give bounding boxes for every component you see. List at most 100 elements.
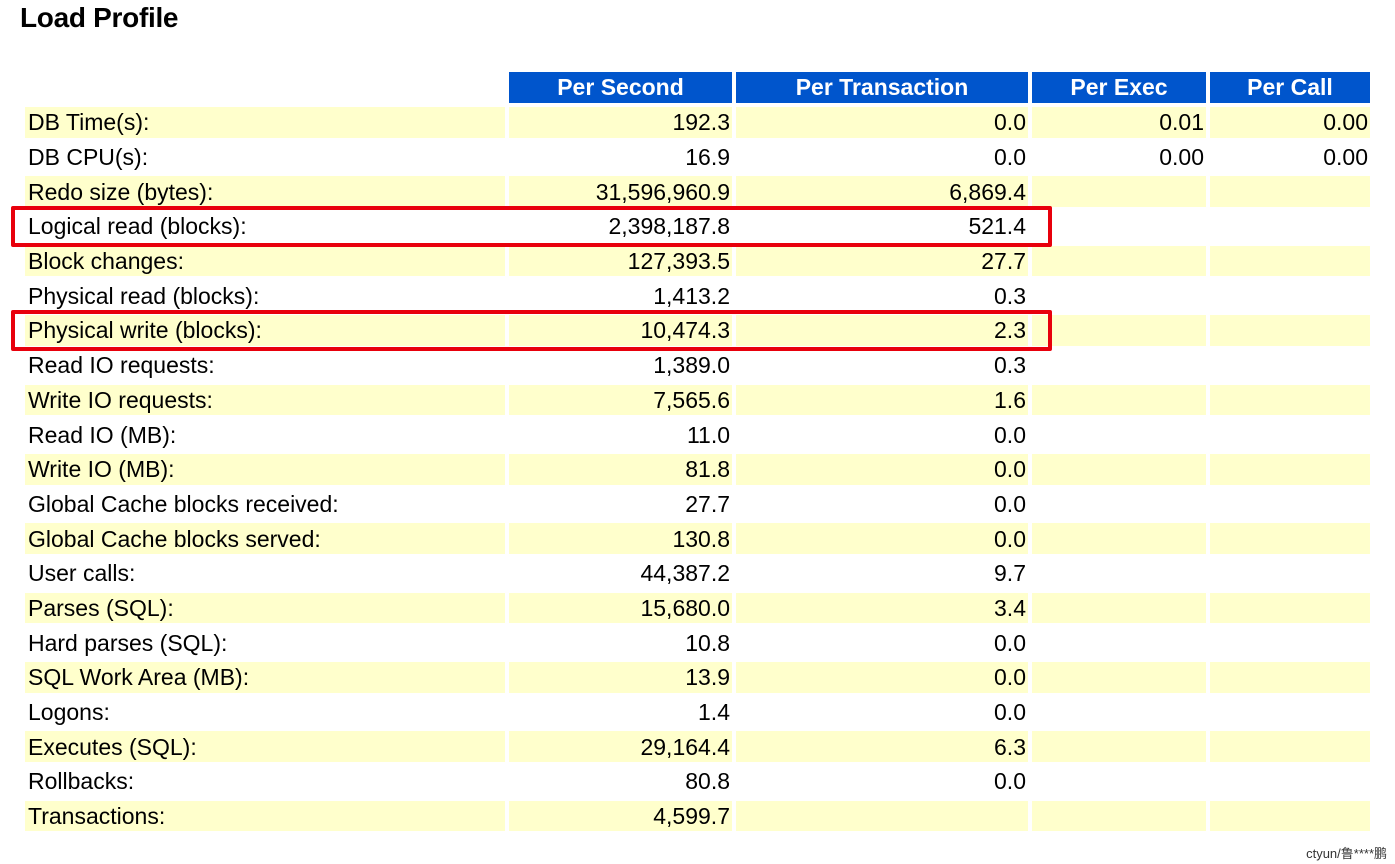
table-row: Executes (SQL): 29,164.4 6.3 — [25, 731, 1370, 763]
per-exec-value — [1032, 731, 1206, 763]
per-exec-value — [1032, 627, 1206, 658]
header-per-call: Per Call — [1210, 72, 1370, 103]
per-transaction-value: 6.3 — [736, 731, 1028, 763]
per-call-value — [1210, 453, 1370, 485]
per-transaction-value: 9.7 — [736, 557, 1028, 589]
table-row: Redo size (bytes): 31,596,960.9 6,869.4 — [25, 176, 1370, 208]
load-profile-table: Per Second Per Transaction Per Exec Per … — [21, 68, 1374, 835]
per-call-value — [1210, 662, 1370, 693]
per-exec-value — [1032, 800, 1206, 832]
per-call-value — [1210, 731, 1370, 763]
per-transaction-value: 0.0 — [736, 523, 1028, 554]
per-second-value: 13.9 — [509, 662, 732, 693]
highlight-box-logical-read — [11, 206, 1052, 247]
per-call-value — [1210, 488, 1370, 520]
header-per-transaction: Per Transaction — [736, 72, 1028, 103]
per-call-value — [1210, 557, 1370, 589]
per-call-value — [1210, 315, 1370, 346]
metric-name: DB Time(s): — [25, 107, 505, 138]
metric-name: Executes (SQL): — [25, 731, 505, 763]
table-row: Rollbacks: 80.8 0.0 — [25, 766, 1370, 797]
per-transaction-value: 0.0 — [736, 696, 1028, 728]
per-call-value — [1210, 419, 1370, 450]
per-transaction-value: 0.3 — [736, 349, 1028, 381]
table-row: Logons: 1.4 0.0 — [25, 696, 1370, 728]
per-exec-value — [1032, 766, 1206, 797]
per-second-value: 15,680.0 — [509, 592, 732, 624]
per-call-value — [1210, 211, 1370, 242]
per-call-value — [1210, 176, 1370, 208]
header-per-second: Per Second — [509, 72, 732, 103]
table-row: Global Cache blocks received: 27.7 0.0 — [25, 488, 1370, 520]
per-second-value: 1,413.2 — [509, 280, 732, 312]
table-header-row: Per Second Per Transaction Per Exec Per … — [25, 72, 1370, 103]
per-call-value: 0.00 — [1210, 141, 1370, 173]
per-call-value — [1210, 349, 1370, 381]
per-exec-value — [1032, 662, 1206, 693]
per-second-value: 11.0 — [509, 419, 732, 450]
per-exec-value — [1032, 488, 1206, 520]
header-blank — [25, 72, 505, 103]
per-exec-value — [1032, 349, 1206, 381]
per-second-value: 16.9 — [509, 141, 732, 173]
metric-name: Transactions: — [25, 800, 505, 832]
per-exec-value — [1032, 211, 1206, 242]
metric-name: Read IO requests: — [25, 349, 505, 381]
per-second-value: 1,389.0 — [509, 349, 732, 381]
table-row: Write IO requests: 7,565.6 1.6 — [25, 384, 1370, 416]
per-second-value: 127,393.5 — [509, 245, 732, 277]
per-exec-value — [1032, 280, 1206, 312]
metric-name: Global Cache blocks served: — [25, 523, 505, 554]
per-second-value: 80.8 — [509, 766, 732, 797]
table-row: Block changes: 127,393.5 27.7 — [25, 245, 1370, 277]
per-exec-value — [1032, 384, 1206, 416]
per-exec-value — [1032, 696, 1206, 728]
per-transaction-value: 1.6 — [736, 384, 1028, 416]
per-transaction-value: 3.4 — [736, 592, 1028, 624]
per-second-value: 31,596,960.9 — [509, 176, 732, 208]
per-second-value: 29,164.4 — [509, 731, 732, 763]
table-row: DB CPU(s): 16.9 0.0 0.00 0.00 — [25, 141, 1370, 173]
per-call-value — [1210, 280, 1370, 312]
per-second-value: 44,387.2 — [509, 557, 732, 589]
table-row: DB Time(s): 192.3 0.0 0.01 0.00 — [25, 107, 1370, 138]
metric-name: DB CPU(s): — [25, 141, 505, 173]
per-exec-value: 0.01 — [1032, 107, 1206, 138]
per-transaction-value: 0.0 — [736, 627, 1028, 658]
metric-name: Physical read (blocks): — [25, 280, 505, 312]
per-call-value — [1210, 592, 1370, 624]
table-row: User calls: 44,387.2 9.7 — [25, 557, 1370, 589]
metric-name: SQL Work Area (MB): — [25, 662, 505, 693]
per-call-value — [1210, 245, 1370, 277]
per-transaction-value: 6,869.4 — [736, 176, 1028, 208]
metric-name: Redo size (bytes): — [25, 176, 505, 208]
per-transaction-value: 0.0 — [736, 107, 1028, 138]
per-call-value — [1210, 696, 1370, 728]
per-transaction-value: 0.0 — [736, 766, 1028, 797]
per-exec-value — [1032, 557, 1206, 589]
metric-name: Hard parses (SQL): — [25, 627, 505, 658]
table-row: Write IO (MB): 81.8 0.0 — [25, 453, 1370, 485]
metric-name: Global Cache blocks received: — [25, 488, 505, 520]
per-second-value: 7,565.6 — [509, 384, 732, 416]
page-title: Load Profile — [20, 2, 179, 33]
per-call-value — [1210, 384, 1370, 416]
metric-name: Read IO (MB): — [25, 419, 505, 450]
per-transaction-value: 0.0 — [736, 419, 1028, 450]
per-second-value: 4,599.7 — [509, 800, 732, 832]
per-exec-value — [1032, 419, 1206, 450]
per-transaction-value — [736, 800, 1028, 832]
per-exec-value — [1032, 176, 1206, 208]
per-transaction-value: 0.0 — [736, 488, 1028, 520]
per-second-value: 1.4 — [509, 696, 732, 728]
per-call-value: 0.00 — [1210, 107, 1370, 138]
per-second-value: 10.8 — [509, 627, 732, 658]
per-second-value: 130.8 — [509, 523, 732, 554]
table-row: Physical read (blocks): 1,413.2 0.3 — [25, 280, 1370, 312]
per-exec-value — [1032, 523, 1206, 554]
metric-name: Write IO requests: — [25, 384, 505, 416]
table-row: SQL Work Area (MB): 13.9 0.0 — [25, 662, 1370, 693]
metric-name: Block changes: — [25, 245, 505, 277]
per-exec-value — [1032, 245, 1206, 277]
per-call-value — [1210, 523, 1370, 554]
